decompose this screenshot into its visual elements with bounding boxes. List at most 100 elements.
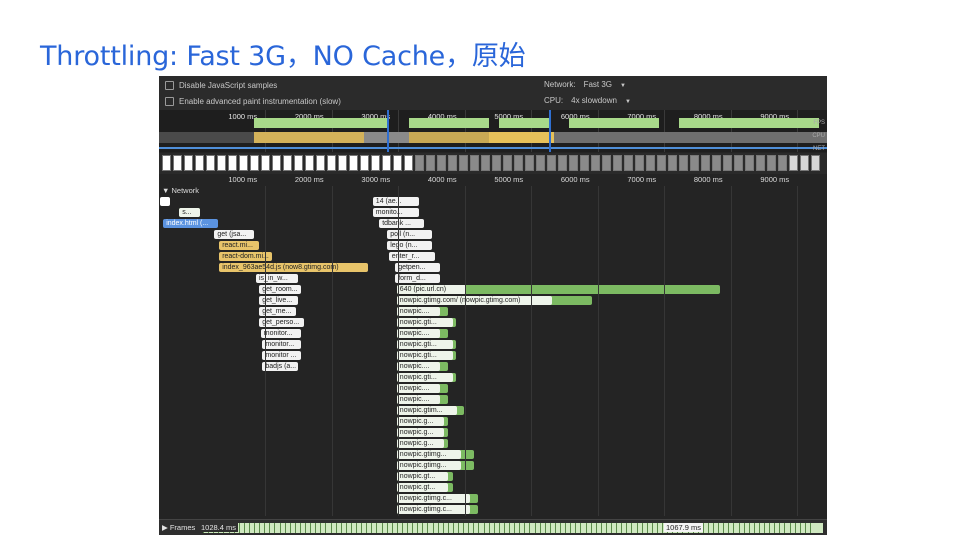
frame-thumbnail[interactable] xyxy=(173,155,182,171)
selection-window[interactable] xyxy=(387,110,551,152)
frame-thumbnail[interactable] xyxy=(679,155,688,171)
frame-thumbnail[interactable] xyxy=(437,155,446,171)
network-request[interactable]: nowpic.... xyxy=(396,395,440,404)
network-request[interactable]: monitor ... xyxy=(262,351,301,360)
network-request[interactable]: poll (n... xyxy=(387,230,432,239)
advanced-paint-checkbox[interactable] xyxy=(165,97,174,106)
frame-thumbnail[interactable] xyxy=(591,155,600,171)
frame-thumbnail[interactable] xyxy=(811,155,820,171)
frame-thumbnail[interactable] xyxy=(327,155,336,171)
frames-strip[interactable] xyxy=(159,153,827,174)
frame-thumbnail[interactable] xyxy=(459,155,468,171)
frame-thumbnail[interactable] xyxy=(162,155,171,171)
network-request[interactable]: nowpic.gti... xyxy=(396,351,453,360)
network-request[interactable]: getpen... xyxy=(395,263,440,272)
network-request[interactable]: nowpic.gt... xyxy=(396,472,449,481)
network-request[interactable]: 14 (ae... xyxy=(372,197,420,206)
network-request[interactable]: form_d... xyxy=(395,274,440,283)
frame-thumbnail[interactable] xyxy=(624,155,633,171)
frame-thumbnail[interactable] xyxy=(602,155,611,171)
network-request[interactable]: lego (n... xyxy=(387,241,432,250)
frame-thumbnail[interactable] xyxy=(360,155,369,171)
frame-thumbnail[interactable] xyxy=(470,155,479,171)
frame-thumbnail[interactable] xyxy=(789,155,798,171)
network-request[interactable]: nowpic.gtimg... xyxy=(396,461,462,470)
frame-thumbnail[interactable] xyxy=(481,155,490,171)
frame-thumbnail[interactable] xyxy=(305,155,314,171)
network-request[interactable]: nowpic.gtimg... xyxy=(396,450,462,459)
network-request[interactable]: nowpic.gt... xyxy=(396,483,449,492)
frame-thumbnail[interactable] xyxy=(217,155,226,171)
network-request[interactable]: nowpic.... xyxy=(396,329,440,338)
frame-thumbnail[interactable] xyxy=(745,155,754,171)
network-request[interactable]: nowpic.g... xyxy=(396,439,445,448)
disable-js-samples-checkbox[interactable] xyxy=(165,81,174,90)
frame-thumbnail[interactable] xyxy=(448,155,457,171)
frame-thumbnail[interactable] xyxy=(294,155,303,171)
network-request[interactable]: nowpic.g... xyxy=(396,428,445,437)
frame-thumbnail[interactable] xyxy=(701,155,710,171)
frame-thumbnail[interactable] xyxy=(778,155,787,171)
frame-thumbnail[interactable] xyxy=(228,155,237,171)
frame-thumbnail[interactable] xyxy=(206,155,215,171)
frame-thumbnail[interactable] xyxy=(580,155,589,171)
timeline-overview[interactable]: 1000 ms 2000 ms 3000 ms 4000 ms 5000 ms 6000 … xyxy=(159,110,827,152)
frame-thumbnail[interactable] xyxy=(338,155,347,171)
network-request[interactable]: react-dom.mi... xyxy=(219,252,272,261)
frame-thumbnail[interactable] xyxy=(404,155,413,171)
network-request[interactable]: nowpic.g... xyxy=(396,417,445,426)
frames-track-label[interactable]: ▶ Frames xyxy=(162,523,195,532)
frame-thumbnail[interactable] xyxy=(195,155,204,171)
frame-thumbnail[interactable] xyxy=(426,155,435,171)
frame-thumbnail[interactable] xyxy=(723,155,732,171)
network-request[interactable]: index.html (... xyxy=(163,219,218,228)
frame-thumbnail[interactable] xyxy=(712,155,721,171)
frame-thumbnail[interactable] xyxy=(668,155,677,171)
frame-thumbnail[interactable] xyxy=(690,155,699,171)
frame-thumbnail[interactable] xyxy=(536,155,545,171)
network-request[interactable]: nowpic.gti... xyxy=(396,373,453,382)
network-request[interactable]: nowpic.gtimg.c... xyxy=(396,494,470,503)
network-request[interactable]: nowpic.gtim... xyxy=(396,406,457,415)
network-request[interactable]: monitor... xyxy=(262,340,301,349)
frame-thumbnail[interactable] xyxy=(514,155,523,171)
network-request[interactable]: nowpic.gti... xyxy=(396,318,453,327)
network-request[interactable]: enter_r... xyxy=(388,252,436,261)
frames-track[interactable]: ▶ Frames 1028.4 ms 1067.9 ms xyxy=(159,519,827,535)
network-request[interactable] xyxy=(160,197,170,206)
network-request[interactable]: nowpic.gtimg.com/ (nowpic.gtimg.com) xyxy=(396,296,552,305)
advanced-paint-row[interactable]: Enable advanced paint instrumentation (s… xyxy=(165,97,341,106)
frame-thumbnail[interactable] xyxy=(756,155,765,171)
frame-thumbnail[interactable] xyxy=(547,155,556,171)
network-request[interactable]: react.mi... xyxy=(219,241,260,250)
network-request[interactable]: nowpic.... xyxy=(396,307,440,316)
network-throttle-select[interactable]: Network: Fast 3G ▼ xyxy=(544,80,626,89)
frame-thumbnail[interactable] xyxy=(272,155,281,171)
frame-thumbnail[interactable] xyxy=(393,155,402,171)
frame-thumbnail[interactable] xyxy=(734,155,743,171)
network-request[interactable]: tdbank ... xyxy=(379,219,424,228)
frame-thumbnail[interactable] xyxy=(283,155,292,171)
network-request[interactable]: nowpic.... xyxy=(396,362,440,371)
frame-thumbnail[interactable] xyxy=(503,155,512,171)
frame-thumbnail[interactable] xyxy=(800,155,809,171)
frame-thumbnail[interactable] xyxy=(767,155,776,171)
frame-thumbnail[interactable] xyxy=(635,155,644,171)
frame-thumbnail[interactable] xyxy=(349,155,358,171)
frame-thumbnail[interactable] xyxy=(525,155,534,171)
frame-thumbnail[interactable] xyxy=(415,155,424,171)
network-request[interactable]: s... xyxy=(179,208,200,217)
network-request[interactable]: nowpic.gtimg.c... xyxy=(396,505,470,514)
frame-thumbnail[interactable] xyxy=(382,155,391,171)
network-request[interactable]: is_in_w... xyxy=(256,274,298,283)
network-request[interactable]: nowpic.gti... xyxy=(396,340,453,349)
network-request[interactable]: badjs (a... xyxy=(262,362,298,371)
frame-thumbnail[interactable] xyxy=(569,155,578,171)
disable-js-samples-row[interactable]: Disable JavaScript samples xyxy=(165,81,277,90)
frame-thumbnail[interactable] xyxy=(371,155,380,171)
frame-thumbnail[interactable] xyxy=(316,155,325,171)
frame-thumbnail[interactable] xyxy=(492,155,501,171)
network-request[interactable]: index_963ae54d.js (now8.gtimg.com) xyxy=(219,263,368,272)
network-request[interactable]: nowpic.... xyxy=(396,384,440,393)
network-request[interactable]: 640 (pic.url.cn) xyxy=(396,285,466,294)
